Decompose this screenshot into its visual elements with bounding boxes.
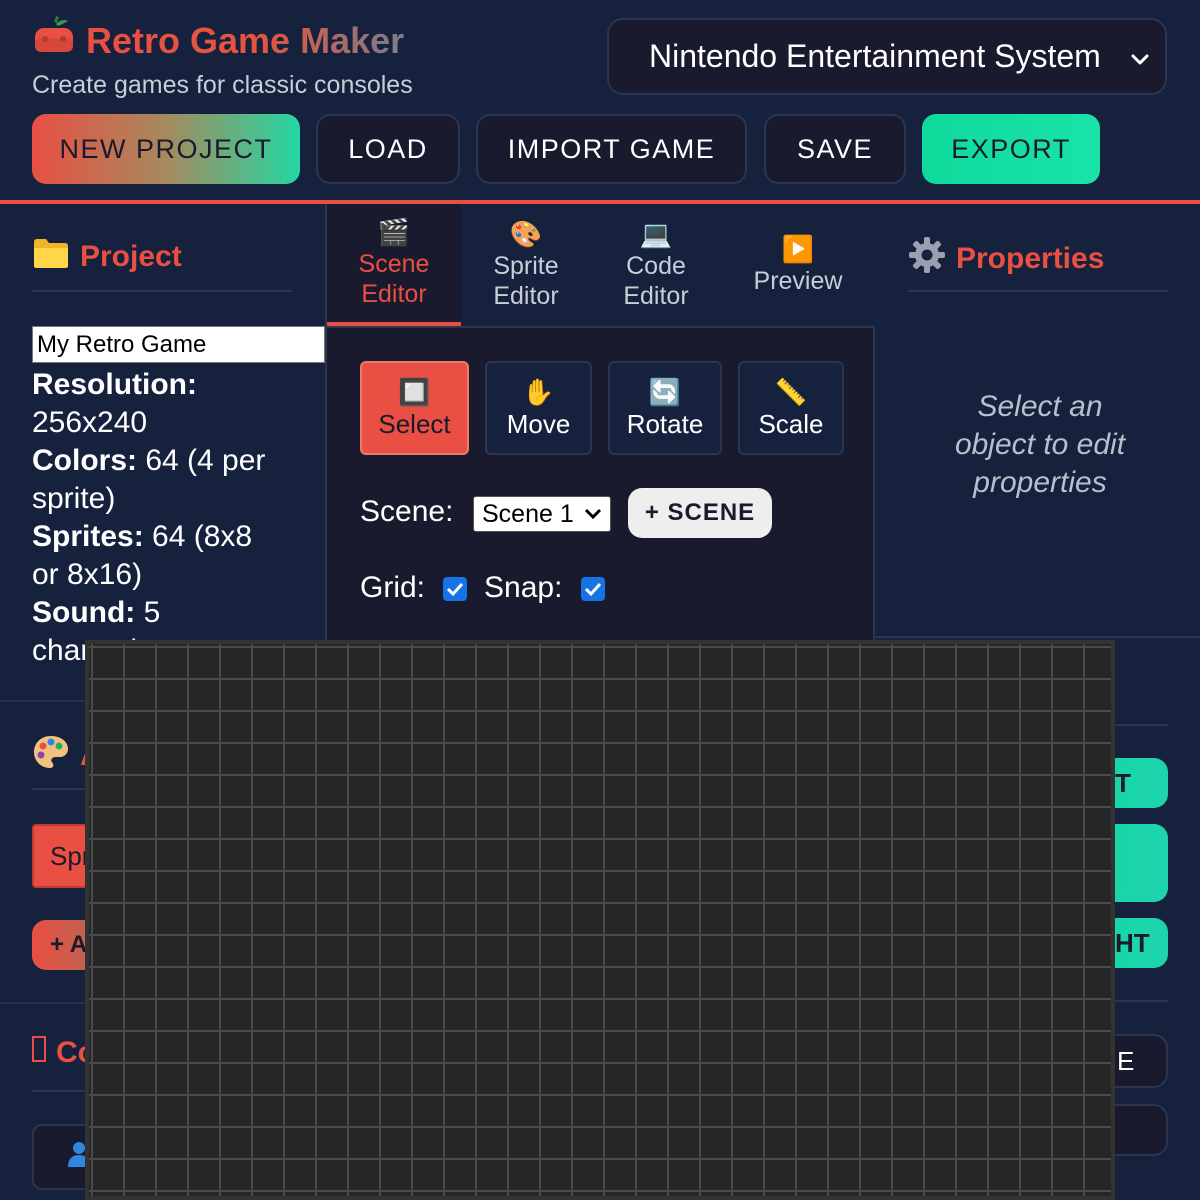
- brand: Retro Game Maker Create games for classi…: [32, 16, 413, 100]
- palette-icon: [32, 734, 70, 778]
- missing-glyph-icon: [32, 1036, 46, 1070]
- divider: [908, 290, 1168, 292]
- tab-label: Code: [626, 252, 686, 280]
- clapperboard-icon: 🎬: [377, 217, 411, 247]
- project-name-input[interactable]: My Retro Game: [32, 326, 325, 363]
- spec-sprites: Sprites: 64 (8x8 or 8x16): [32, 520, 253, 591]
- tab-label: Preview: [753, 267, 843, 295]
- scene-select[interactable]: Scene 1: [473, 496, 611, 532]
- new-project-button[interactable]: NEW PROJECT: [32, 114, 300, 184]
- import-game-button[interactable]: IMPORT GAME: [476, 114, 747, 184]
- tab-label: Editor: [361, 280, 427, 308]
- console-select-value: Nintendo Entertainment System: [649, 38, 1101, 74]
- select-tool-button[interactable]: 🔲 Select: [360, 361, 469, 455]
- palette-icon: 🎨: [509, 219, 543, 249]
- tool-label: Select: [378, 408, 451, 439]
- move-tool-button[interactable]: ✋ Move: [485, 361, 592, 455]
- editor-panel: 🎬 Scene Editor 🎨 Sprite Editor 💻 Code Ed…: [325, 204, 875, 640]
- chevron-down-icon: [1129, 42, 1151, 79]
- gear-icon: [908, 236, 946, 282]
- properties-title-text: Properties: [956, 242, 1105, 275]
- scene-canvas[interactable]: [85, 640, 1115, 1200]
- tab-preview[interactable]: ▶️ Preview: [721, 204, 875, 326]
- project-specs: Resolution: 256x240 Colors: 64 (4 per spr…: [32, 366, 287, 670]
- load-button[interactable]: LOAD: [316, 114, 460, 184]
- laptop-icon: 💻: [639, 219, 673, 249]
- chevron-down-icon: [584, 508, 602, 520]
- properties-section: Properties Select an object to edit prop…: [875, 204, 1200, 638]
- properties-panel-title: Properties: [908, 236, 1104, 282]
- snap-checkbox[interactable]: [581, 577, 605, 601]
- folder-icon: [32, 236, 70, 278]
- tab-label: Editor: [493, 282, 559, 310]
- tool-label: Scale: [758, 408, 824, 439]
- snap-label: Snap:: [484, 571, 563, 604]
- tab-code-editor[interactable]: 💻 Code Editor: [591, 204, 721, 326]
- spec-colors: Colors: 64 (4 per sprite): [32, 444, 266, 515]
- divider: [1115, 724, 1168, 726]
- select-square-icon: 🔲: [398, 376, 431, 407]
- export-button[interactable]: EXPORT: [922, 114, 1100, 184]
- project-title-text: Project: [80, 240, 182, 273]
- checkmark-icon: [446, 582, 464, 597]
- play-icon: ▶️: [781, 234, 815, 264]
- scene-label: Scene:: [360, 495, 454, 528]
- hand-icon: ✋: [522, 376, 555, 407]
- grid-checkbox[interactable]: [443, 577, 467, 601]
- divider: [32, 290, 292, 292]
- tool-label: Move: [506, 408, 571, 439]
- tab-sprite-editor[interactable]: 🎨 Sprite Editor: [461, 204, 591, 326]
- rotate-tool-button[interactable]: 🔄 Rotate: [608, 361, 722, 455]
- rotate-icon: 🔄: [648, 376, 682, 407]
- tab-scene-editor[interactable]: 🎬 Scene Editor: [327, 204, 461, 326]
- app-subtitle: Create games for classic consoles: [32, 71, 413, 99]
- spec-resolution: Resolution: 256x240: [32, 368, 197, 439]
- add-scene-button[interactable]: + SCENE: [628, 488, 772, 538]
- divider: [1115, 1000, 1168, 1002]
- scale-tool-button[interactable]: 📏 Scale: [738, 361, 844, 455]
- app-title-text: Retro Game Maker: [86, 18, 404, 64]
- app-header: Retro Game Maker Create games for classi…: [0, 0, 1200, 204]
- project-panel-title: Project: [32, 236, 182, 278]
- app-title: Retro Game Maker: [32, 16, 413, 65]
- tomato-joystick-icon: [32, 16, 76, 65]
- tool-label: Rotate: [626, 408, 704, 439]
- scene-select-value: Scene 1: [482, 500, 574, 528]
- properties-placeholder: Select an object to edit properties: [954, 390, 1126, 499]
- checkmark-icon: [584, 582, 602, 597]
- ruler-icon: 📏: [774, 376, 808, 407]
- divider: [32, 1090, 92, 1092]
- console-select[interactable]: Nintendo Entertainment System: [607, 18, 1167, 95]
- divider: [32, 788, 92, 790]
- tab-label: Sprite: [493, 252, 559, 280]
- editor-tabs: 🎬 Scene Editor 🎨 Sprite Editor 💻 Code Ed…: [327, 204, 875, 328]
- grid-label: Grid:: [360, 571, 426, 604]
- save-button[interactable]: SAVE: [764, 114, 906, 184]
- tab-label: Editor: [623, 282, 689, 310]
- tab-label: Scene: [358, 250, 430, 278]
